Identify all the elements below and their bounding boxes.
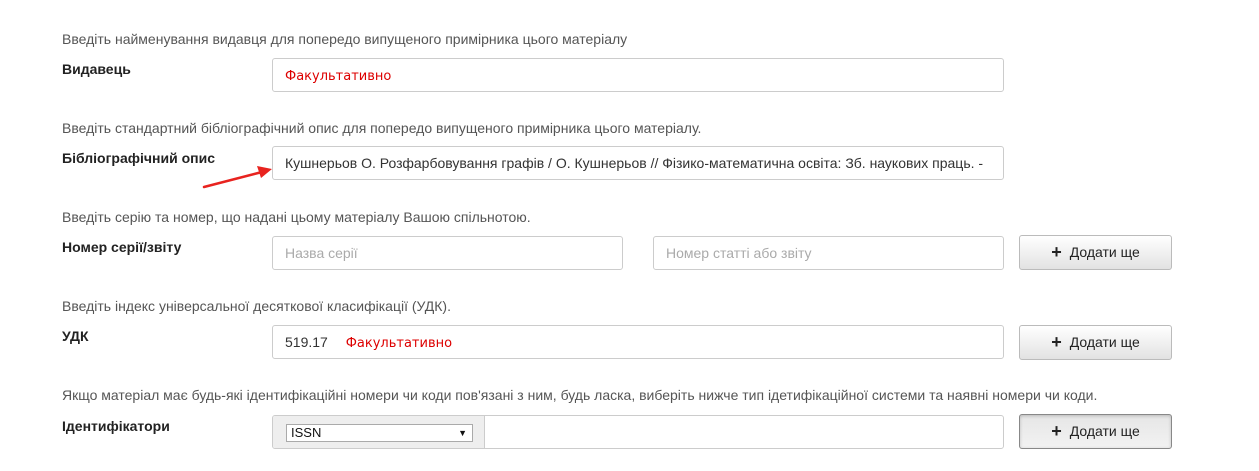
red-arrow-annotation xyxy=(202,166,272,189)
series-name-input[interactable]: Назва серії xyxy=(272,236,623,270)
identifiers-hint: Якщо матеріал має будь-які ідентифікацій… xyxy=(62,387,1098,403)
citation-hint: Введіть стандартний бібліографічний опис… xyxy=(62,120,702,136)
plus-icon: + xyxy=(1051,421,1062,441)
citation-label: Бібліографічний опис xyxy=(62,150,215,166)
udc-value: 519.17 xyxy=(285,334,328,350)
identifier-value-input[interactable] xyxy=(485,416,1003,448)
udc-add-label: Додати ще xyxy=(1069,334,1140,350)
series-add-label: Додати ще xyxy=(1069,244,1140,260)
publisher-label: Видавець xyxy=(62,61,131,77)
udc-input[interactable]: 519.17 Факультативно xyxy=(272,325,1004,359)
citation-input[interactable]: Кушнерьов О. Розфарбовування графів / О.… xyxy=(272,146,1004,180)
series-label: Номер серії/звіту xyxy=(62,239,182,255)
identifiers-add-label: Додати ще xyxy=(1069,423,1140,439)
identifiers-label: Ідентифікатори xyxy=(62,418,170,434)
series-hint: Введіть серію та номер, що надані цьому … xyxy=(62,209,531,225)
series-number-input[interactable]: Номер статті або звіту xyxy=(653,236,1004,270)
publisher-hint: Введіть найменування видавця для поперед… xyxy=(62,31,628,47)
series-add-button[interactable]: + Додати ще xyxy=(1019,235,1172,270)
identifier-type-cell: ISSN ▼ xyxy=(273,416,485,448)
plus-icon: + xyxy=(1051,242,1062,262)
plus-icon: + xyxy=(1051,332,1062,352)
publisher-input[interactable]: Факультативно xyxy=(272,58,1004,92)
citation-value: Кушнерьов О. Розфарбовування графів / О.… xyxy=(285,155,984,171)
udc-add-button[interactable]: + Додати ще xyxy=(1019,325,1172,360)
caret-down-icon: ▼ xyxy=(458,428,467,438)
identifier-type-select[interactable]: ISSN ▼ xyxy=(286,424,473,442)
udc-optional-hint: Факультативно xyxy=(345,336,453,351)
identifiers-add-button[interactable]: + Додати ще xyxy=(1019,414,1172,449)
publisher-optional-placeholder: Факультативно xyxy=(285,69,392,84)
udc-label: УДК xyxy=(62,328,89,344)
identifiers-input-group: ISSN ▼ xyxy=(272,415,1004,449)
udc-hint: Введіть індекс універсальної десяткової … xyxy=(62,298,451,314)
series-name-placeholder: Назва серії xyxy=(285,245,358,261)
identifier-type-value: ISSN xyxy=(291,425,322,440)
series-number-placeholder: Номер статті або звіту xyxy=(666,245,812,261)
